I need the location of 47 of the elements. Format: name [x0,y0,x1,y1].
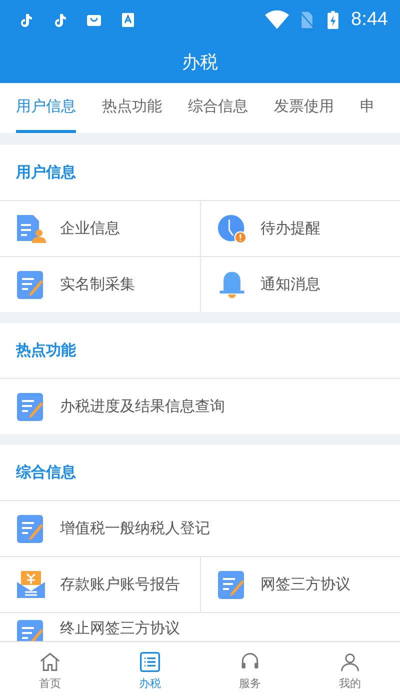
section-title: 用户信息 [16,163,76,182]
clock-alert-icon [216,214,246,244]
nav-tab[interactable]: 办税 [100,642,200,700]
edit-document-icon [16,392,46,422]
menu-item[interactable]: 实名制采集 [0,257,200,312]
app-store-icon [120,11,136,29]
document-person-icon [16,214,46,244]
yen-envelope-icon [16,570,46,600]
menu-item[interactable]: 办税进度及结果信息查询 [0,379,400,434]
menu-item[interactable]: 通知消息 [200,257,400,312]
nav-tab[interactable]: 我的 [300,642,400,700]
menu-item[interactable]: 存款账户账号报告 [0,557,200,612]
menu-item[interactable]: 企业信息 [0,201,200,256]
person-icon [339,651,361,673]
nav-tab[interactable]: 首页 [0,642,100,700]
list-icon [139,651,161,673]
section-title: 综合信息 [16,463,76,482]
battery-charging-icon [325,11,342,29]
music-note-icon [52,11,68,29]
section-title: 热点功能 [16,341,76,360]
home-icon [39,651,61,673]
menu-item-label: 增值税一般纳税人登记 [60,519,210,538]
page-title: 办税 [182,50,218,74]
menu-item-label: 终止网签三方协议 [60,619,180,638]
menu-item-label: 办税进度及结果信息查询 [60,397,225,416]
status-time: 8:44 [351,9,388,31]
edit-document-icon [16,514,46,544]
menu-item-label: 待办提醒 [260,219,320,238]
tab[interactable]: 发票使用 [274,83,334,133]
tab[interactable]: 申 [360,83,375,133]
menu-item[interactable]: 待办提醒 [200,201,400,256]
tab[interactable]: 用户信息 [16,83,76,133]
menu-item-label: 企业信息 [60,219,120,238]
nav-tab[interactable]: 服务 [200,642,300,700]
menu-item-label: 实名制采集 [60,275,135,294]
menu-item[interactable]: 网签三方协议 [200,557,400,612]
menu-item-label: 网签三方协议 [260,575,350,594]
menu-item[interactable]: 增值税一般纳税人登记 [0,501,400,556]
music-note-icon [18,11,34,29]
tab[interactable]: 热点功能 [102,83,162,133]
menu-item-label: 存款账户账号报告 [60,575,180,594]
edit-document-icon [216,570,246,600]
tab[interactable]: 综合信息 [188,83,248,133]
menu-item-label: 通知消息 [260,275,320,294]
wifi-icon [265,10,290,30]
no-sim-icon [299,11,316,29]
edit-document-icon [16,270,46,300]
